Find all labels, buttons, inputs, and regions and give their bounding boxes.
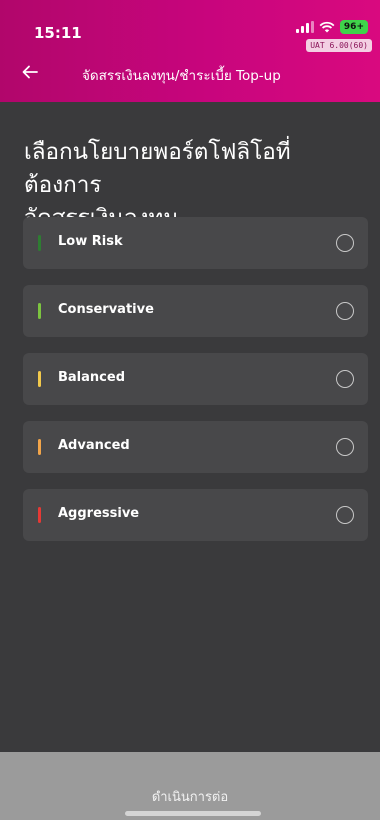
app-header: 15:11 96+ UAT 6.00(60) จัดสรรเงินลงทุน/ช… — [0, 0, 380, 102]
status-icons: 96+ — [295, 20, 368, 34]
home-indicator — [125, 811, 261, 816]
radio-button[interactable] — [336, 234, 354, 252]
radio-button[interactable] — [336, 302, 354, 320]
risk-indicator — [38, 371, 41, 387]
status-time: 15:11 — [34, 24, 82, 42]
battery-badge: 96+ — [339, 20, 368, 34]
radio-button[interactable] — [336, 506, 354, 524]
wifi-icon — [319, 21, 335, 33]
signal-icon — [295, 21, 314, 33]
option-advanced[interactable]: Advanced — [23, 421, 368, 473]
option-conservative[interactable]: Conservative — [23, 285, 368, 337]
footer-bar: ดำเนินการต่อ — [0, 752, 380, 820]
option-aggressive[interactable]: Aggressive — [23, 489, 368, 541]
radio-button[interactable] — [336, 438, 354, 456]
env-badge: UAT 6.00(60) — [306, 39, 372, 52]
radio-button[interactable] — [336, 370, 354, 388]
option-balanced[interactable]: Balanced — [23, 353, 368, 405]
option-label: Low Risk — [58, 234, 123, 249]
portfolio-options: Low Risk Conservative Balanced Advanced … — [23, 217, 368, 557]
nav-title: จัดสรรเงินลงทุน/ชำระเบี้ย Top-up — [82, 68, 281, 84]
back-button[interactable] — [18, 60, 42, 84]
risk-indicator — [38, 439, 41, 455]
option-label: Balanced — [58, 370, 125, 385]
risk-indicator — [38, 507, 41, 523]
option-label: Conservative — [58, 302, 154, 317]
option-label: Advanced — [58, 438, 130, 453]
risk-indicator — [38, 235, 41, 251]
arrow-left-icon — [22, 65, 38, 79]
page-title-line1: เลือกนโยบายพอร์ตโฟลิโอที่ต้องการ — [24, 139, 291, 198]
option-low-risk[interactable]: Low Risk — [23, 217, 368, 269]
option-label: Aggressive — [58, 506, 140, 521]
risk-indicator — [38, 303, 41, 319]
